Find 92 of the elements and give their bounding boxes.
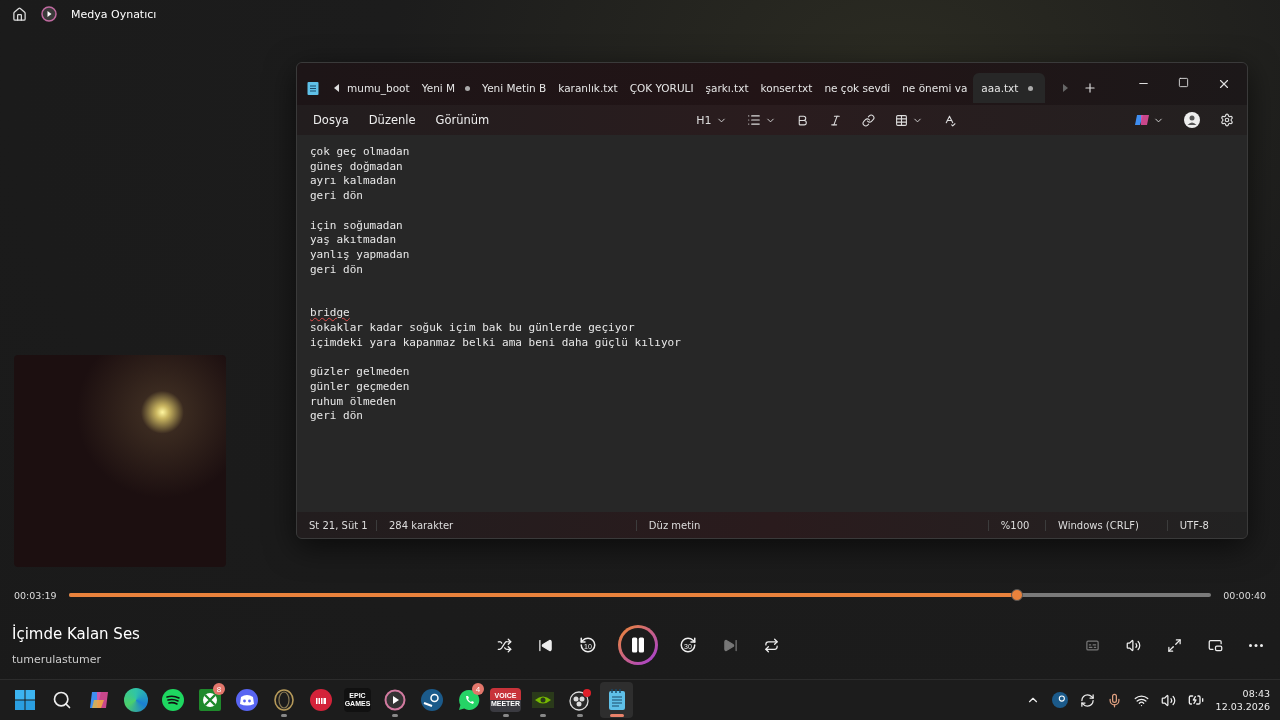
- table-icon: [894, 113, 908, 127]
- shuffle-icon: [497, 637, 512, 653]
- new-tab-icon[interactable]: [1083, 81, 1098, 95]
- lyrics-line: güzler gelmeden: [310, 365, 411, 380]
- character-count: 284 karakter: [376, 519, 636, 531]
- tab[interactable]: karanlık.txt: [552, 73, 624, 103]
- wave-circle-icon: [123, 688, 148, 712]
- steam-circle-icon: [420, 689, 443, 711]
- heading-dropdown[interactable]: H1: [689, 109, 734, 131]
- lyrics-line: geri dön: [310, 189, 364, 204]
- close-icon[interactable]: [1217, 77, 1231, 91]
- taskbar-button[interactable]: [600, 682, 633, 718]
- lyrics-line: çok geç olmadan: [310, 145, 411, 160]
- maximize-icon[interactable]: [1178, 77, 1189, 88]
- swirl-icon: [87, 690, 110, 710]
- sound-waves-circle-icon: [161, 689, 184, 711]
- sync-icon[interactable]: [1079, 692, 1095, 708]
- lyrics-line: için soğumadan: [310, 218, 404, 234]
- notepad-icon: [307, 81, 319, 95]
- more-icon: [1249, 643, 1263, 647]
- left-arrow-icon[interactable]: [333, 84, 341, 92]
- progress-thumb[interactable]: [1011, 589, 1024, 601]
- encoding: UTF-8: [1166, 519, 1247, 531]
- lyrics-line: günler geçmeden: [310, 379, 411, 395]
- repeat-icon: [764, 637, 779, 653]
- tab[interactable]: Yeni Metin B: [476, 73, 553, 103]
- home-icon[interactable]: [12, 6, 27, 22]
- link-icon: [861, 113, 875, 127]
- right-arrow-icon[interactable]: [1061, 84, 1070, 92]
- expand-icon: [1167, 637, 1182, 653]
- notification-badge: 8: [213, 683, 225, 695]
- controller-face-icon: [235, 689, 258, 711]
- notepad-icon: [607, 689, 626, 711]
- tab[interactable]: mumu_boot: [341, 73, 416, 103]
- swirl-icon: [1135, 113, 1149, 127]
- phone-bubble-icon: [457, 689, 480, 711]
- play-circle-icon: [41, 6, 57, 22]
- app-title: Medya Oynatıcı: [71, 7, 157, 21]
- next-icon: [723, 637, 738, 653]
- record-circle-icon: [567, 689, 592, 711]
- volume-icon: [1126, 637, 1141, 653]
- song-title: İçimde Kalan Ses: [12, 624, 141, 643]
- tab[interactable]: ne önemi va: [896, 73, 974, 103]
- elapsed-time: 00:03:19: [14, 589, 57, 601]
- clock[interactable]: 08:43 12.03.2026: [1215, 687, 1270, 713]
- lyrics-line: içimdeki yara kapanmaz belki ama beni daha güçlü kılıyor: [310, 335, 682, 351]
- line-endings: Windows (CRLF): [1045, 519, 1167, 531]
- tab[interactable]: şarkı.txt: [699, 73, 755, 103]
- zoom-level: %100: [987, 519, 1046, 531]
- tab[interactable]: ÇOK YORULI: [623, 73, 700, 103]
- lyrics-line: ruhum ölmeden: [310, 394, 398, 410]
- battery-icon[interactable]: [1187, 692, 1204, 708]
- eye-swirl-icon: [531, 692, 554, 708]
- play-circle-icon: [383, 689, 406, 711]
- previous-icon: [538, 637, 553, 653]
- search-icon: [51, 690, 72, 710]
- tab[interactable]: Yeni M: [415, 73, 477, 103]
- fist-circle-icon: [309, 689, 332, 711]
- lyrics-line: geri dön: [310, 409, 364, 424]
- tab[interactable]: ne çok sevdi: [818, 73, 897, 103]
- steam-circle-icon[interactable]: [1051, 692, 1068, 708]
- wifi-icon[interactable]: [1133, 692, 1149, 708]
- lyrics-line: yanlış yapmadan: [310, 247, 411, 263]
- lyrics-line: ayrı kalmadan: [310, 174, 398, 190]
- menu-item[interactable]: Dosya: [303, 109, 359, 131]
- lyrics-line: güneş doğmadan: [310, 159, 404, 175]
- tab[interactable]: aaa.txt: [973, 73, 1046, 103]
- text-format: Düz metin: [635, 519, 988, 531]
- volume-icon[interactable]: [1160, 692, 1176, 708]
- list-icon: [746, 113, 761, 127]
- forward-icon: [679, 636, 697, 654]
- settings-icon: [1220, 113, 1234, 127]
- person-icon: [1184, 112, 1200, 128]
- notification-badge: 4: [472, 683, 484, 695]
- artist-name: tumerulastumer: [12, 652, 103, 666]
- pause-icon: [629, 636, 647, 654]
- menu-item[interactable]: Düzenle: [358, 109, 426, 131]
- rewind-icon: [579, 636, 597, 654]
- captions-icon: [1085, 637, 1100, 653]
- italic-icon: [828, 113, 842, 127]
- tab[interactable]: konser.txt: [754, 73, 819, 103]
- lyrics-line: geri dön: [310, 262, 364, 278]
- ring-icon: [272, 689, 295, 711]
- menu-item[interactable]: Görünüm: [425, 109, 500, 131]
- remaining-time: 00:00:40: [1223, 589, 1266, 601]
- microphone-icon[interactable]: [1106, 692, 1122, 708]
- lyrics-line: sokaklar kadar soğuk içim bak bu günlerde geçiyor: [310, 321, 636, 336]
- pop-out-icon: [1208, 637, 1223, 653]
- cursor-position: St 21, Süt 1: [308, 519, 369, 531]
- lyrics-line: bridge: [310, 306, 350, 321]
- lyrics-line: yaş akıtmadan: [310, 233, 398, 248]
- four-squares-icon: [14, 690, 35, 710]
